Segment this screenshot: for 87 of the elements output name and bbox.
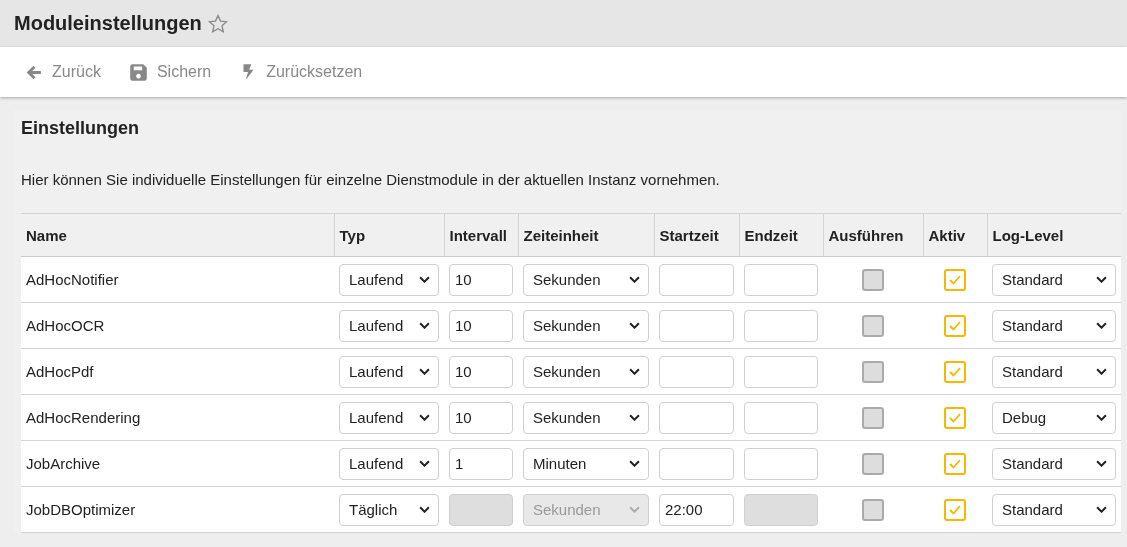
checkbox[interactable] bbox=[862, 360, 884, 383]
end-time-field[interactable] bbox=[744, 447, 818, 480]
checkbox[interactable] bbox=[862, 452, 884, 475]
type-dropdown[interactable]: Laufend bbox=[339, 263, 439, 296]
column-header: Name bbox=[26, 226, 67, 244]
panel-title: Einstellungen bbox=[21, 118, 140, 140]
checkbox[interactable] bbox=[862, 498, 884, 521]
caret-icon bbox=[1096, 506, 1107, 513]
caret-icon bbox=[629, 368, 640, 375]
checkbox[interactable] bbox=[862, 406, 884, 429]
start-time-field[interactable] bbox=[659, 309, 734, 342]
end-time-field[interactable] bbox=[744, 263, 818, 296]
checkbox[interactable] bbox=[862, 314, 884, 337]
type-dropdown[interactable]: Laufend bbox=[339, 401, 439, 434]
checkbox[interactable] bbox=[944, 498, 966, 521]
column-header: Zeiteinheit bbox=[523, 226, 599, 244]
end-time-field[interactable] bbox=[744, 401, 818, 434]
caret-icon bbox=[629, 322, 640, 329]
type-dropdown[interactable]: Laufend bbox=[339, 447, 439, 480]
start-time-field[interactable] bbox=[659, 447, 734, 480]
log-level-dropdown[interactable]: Debug bbox=[992, 401, 1116, 434]
unit-dropdown[interactable]: Sekunden bbox=[523, 401, 649, 434]
caret-icon bbox=[419, 414, 430, 421]
log-level-dropdown[interactable]: Standard bbox=[992, 355, 1116, 388]
log-level-dropdown[interactable]: Standard bbox=[992, 493, 1116, 526]
checkbox[interactable] bbox=[862, 268, 884, 291]
star-icon[interactable] bbox=[207, 13, 228, 34]
interval-field[interactable]: 10 bbox=[449, 263, 513, 296]
unit-dropdown[interactable]: Sekunden bbox=[523, 355, 649, 388]
caret-icon bbox=[1096, 322, 1107, 329]
checkbox[interactable] bbox=[944, 406, 966, 429]
column-header: Startzeit bbox=[659, 226, 719, 244]
caret-icon bbox=[419, 276, 430, 283]
caret-icon bbox=[629, 506, 640, 513]
start-time-field[interactable] bbox=[659, 401, 734, 434]
start-time-field[interactable] bbox=[659, 355, 734, 388]
module-name: JobDBOptimizer bbox=[26, 501, 136, 518]
start-time-field[interactable]: 22:00 bbox=[659, 493, 734, 526]
interval-field[interactable]: 10 bbox=[449, 309, 513, 342]
caret-icon bbox=[419, 322, 430, 329]
module-name: AdHocNotifier bbox=[26, 271, 119, 288]
checkbox[interactable] bbox=[944, 314, 966, 337]
unit-dropdown[interactable]: Sekunden bbox=[523, 263, 649, 296]
save-icon bbox=[128, 62, 148, 82]
reset-button[interactable]: Zurücksetzen bbox=[229, 59, 373, 85]
interval-field[interactable]: 10 bbox=[449, 401, 513, 434]
column-header: Endzeit bbox=[744, 226, 798, 244]
caret-icon bbox=[629, 276, 640, 283]
end-time-field[interactable] bbox=[744, 355, 818, 388]
caret-icon bbox=[419, 368, 430, 375]
column-header: Intervall bbox=[449, 226, 508, 244]
unit-dropdown[interactable]: Minuten bbox=[523, 447, 649, 480]
caret-icon bbox=[1096, 460, 1107, 467]
interval-field[interactable]: 10 bbox=[449, 355, 513, 388]
page-title: Moduleinstellungen bbox=[14, 12, 202, 35]
type-dropdown[interactable]: Täglich bbox=[339, 493, 439, 526]
log-level-dropdown[interactable]: Standard bbox=[992, 309, 1116, 342]
caret-icon bbox=[1096, 414, 1107, 421]
arrow-left-icon bbox=[26, 63, 43, 81]
type-dropdown[interactable]: Laufend bbox=[339, 309, 439, 342]
unit-dropdown[interactable]: Sekunden bbox=[523, 309, 649, 342]
description: Hier können Sie individuelle Einstellungen für einzelne Dienstmodule in der aktuellen Instanz vornehmen. bbox=[21, 171, 721, 190]
caret-icon bbox=[419, 506, 430, 513]
column-header: Aktiv bbox=[928, 226, 966, 244]
module-name: AdHocPdf bbox=[26, 363, 94, 380]
module-name: AdHocOCR bbox=[26, 317, 105, 334]
caret-icon bbox=[419, 460, 430, 467]
log-level-dropdown[interactable]: Standard bbox=[992, 263, 1116, 296]
checkbox[interactable] bbox=[944, 360, 966, 383]
column-header: Log-Level bbox=[992, 226, 1064, 244]
checkbox[interactable] bbox=[944, 268, 966, 291]
caret-icon bbox=[629, 414, 640, 421]
interval-field[interactable]: 1 bbox=[449, 447, 513, 480]
column-header: Typ bbox=[339, 226, 366, 244]
back-button[interactable]: Zurück bbox=[16, 59, 111, 85]
log-level-dropdown[interactable]: Standard bbox=[992, 447, 1116, 480]
module-name: JobArchive bbox=[26, 455, 101, 472]
column-header: Ausführen bbox=[828, 226, 904, 244]
caret-icon bbox=[1096, 368, 1107, 375]
module-name: AdHocRendering bbox=[26, 409, 141, 426]
caret-icon bbox=[629, 460, 640, 467]
checkbox[interactable] bbox=[944, 452, 966, 475]
save-button[interactable]: Sichern bbox=[118, 58, 222, 86]
type-dropdown[interactable]: Laufend bbox=[339, 355, 439, 388]
caret-icon bbox=[1096, 276, 1107, 283]
end-time-field[interactable] bbox=[744, 309, 818, 342]
start-time-field[interactable] bbox=[659, 263, 734, 296]
